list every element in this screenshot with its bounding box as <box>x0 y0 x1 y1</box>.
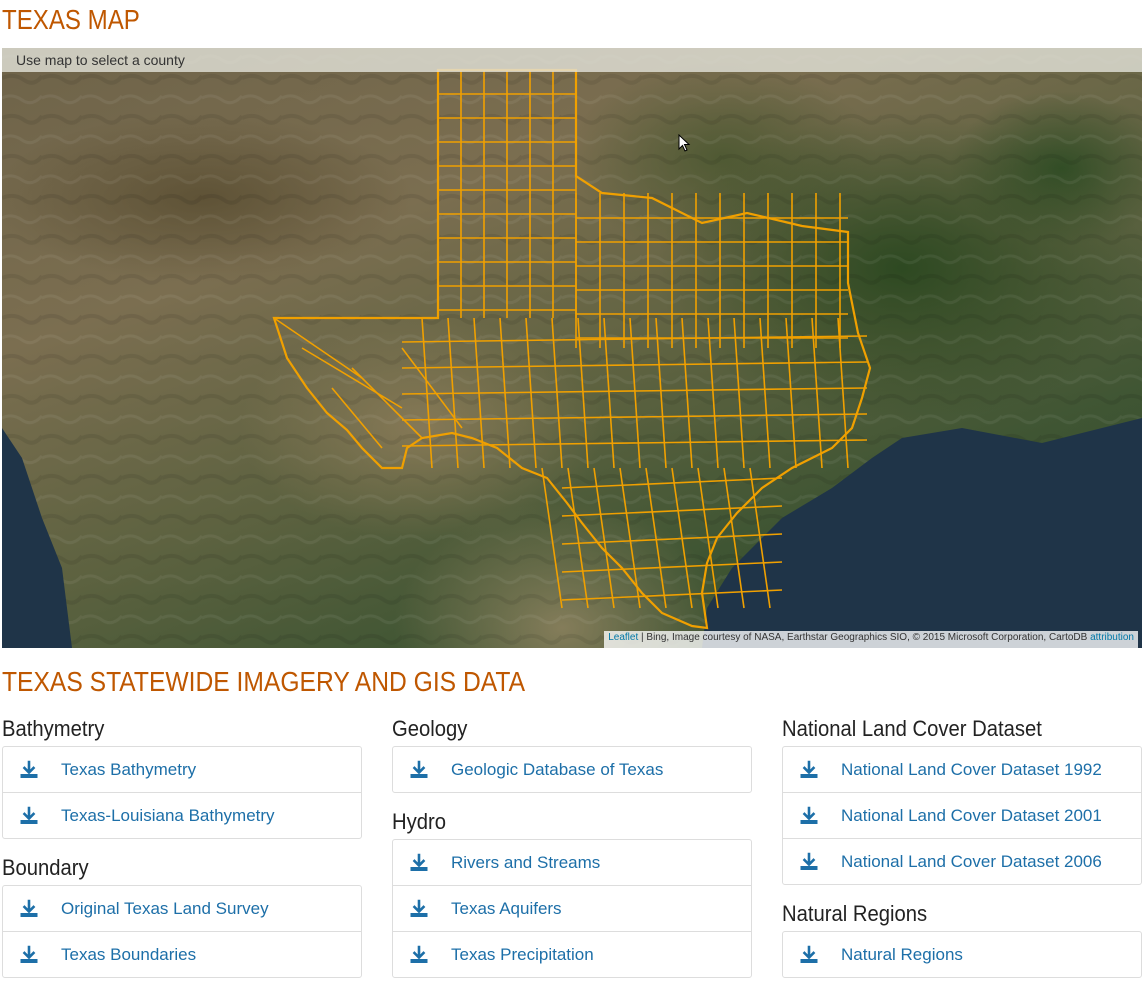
dataset-item-label[interactable]: Texas Bathymetry <box>61 760 196 780</box>
download-icon <box>19 760 39 780</box>
map-banner-text: Use map to select a county <box>16 52 185 68</box>
texas-map[interactable]: Use map to select a county Leaflet | Bin… <box>2 48 1142 648</box>
dataset-item-label[interactable]: Texas Aquifers <box>451 899 562 919</box>
dataset-item-label[interactable]: Texas Precipitation <box>451 945 594 965</box>
dataset-item-texas-louisiana-bathymetry[interactable]: Texas-Louisiana Bathymetry <box>3 793 361 838</box>
dataset-list-bathymetry: Texas Bathymetry Texas-Louisiana Bathymet… <box>2 746 362 839</box>
county-line <box>681 317 693 469</box>
mouse-cursor-icon <box>678 134 691 152</box>
attribution-text: | Bing, Image courtesy of NASA, Earthsta… <box>638 632 1091 643</box>
map-attribution: Leaflet | Bing, Image courtesy of NASA, … <box>604 631 1138 648</box>
column-1: Bathymetry Texas Bathymetry Texas-Louisian… <box>2 712 362 990</box>
county-line <box>645 467 667 609</box>
dataset-item-national-land-cover-dataset-1992[interactable]: National Land Cover Dataset 1992 <box>783 747 1141 793</box>
county-line <box>401 361 868 369</box>
dataset-item-texas-aquifers[interactable]: Texas Aquifers <box>393 886 751 932</box>
dataset-list-national-land-cover-dataset: National Land Cover Dataset 1992 National… <box>782 746 1142 885</box>
county-line <box>837 317 849 469</box>
dataset-list-hydro: Rivers and Streams Texas Aquifers Texas Pr… <box>392 839 752 978</box>
dataset-item-national-land-cover-dataset-2006[interactable]: National Land Cover Dataset 2006 <box>783 839 1141 884</box>
group-heading-geology: Geology <box>392 716 468 741</box>
download-icon <box>19 806 39 826</box>
group-heading-boundary: Boundary <box>2 855 89 880</box>
county-line <box>331 387 383 449</box>
county-line <box>603 317 615 469</box>
download-icon <box>799 760 819 780</box>
dataset-item-label[interactable]: Texas Boundaries <box>61 945 196 965</box>
county-line <box>401 335 868 343</box>
county-line <box>401 413 868 421</box>
dataset-list-geology: Geologic Database of Texas <box>392 746 752 793</box>
county-line <box>723 467 745 609</box>
download-icon <box>799 852 819 872</box>
dataset-item-label[interactable]: National Land Cover Dataset 1992 <box>841 760 1102 780</box>
download-icon <box>19 899 39 919</box>
county-line <box>561 561 783 573</box>
dataset-item-label[interactable]: Original Texas Land Survey <box>61 899 269 919</box>
county-boundaries[interactable] <box>2 48 1142 648</box>
download-icon <box>19 945 39 965</box>
download-icon <box>409 760 429 780</box>
county-line <box>561 505 783 517</box>
section-title: TEXAS STATEWIDE IMAGERY AND GIS DATA <box>2 666 526 697</box>
leaflet-link[interactable]: Leaflet <box>608 632 638 643</box>
group-heading-hydro: Hydro <box>392 809 446 834</box>
dataset-item-national-land-cover-dataset-2001[interactable]: National Land Cover Dataset 2001 <box>783 793 1141 839</box>
dataset-item-label[interactable]: Rivers and Streams <box>451 853 600 873</box>
dataset-item-label[interactable]: Natural Regions <box>841 945 963 965</box>
dataset-item-texas-boundaries[interactable]: Texas Boundaries <box>3 932 361 977</box>
dataset-item-geologic-database-of-texas[interactable]: Geologic Database of Texas <box>393 747 751 792</box>
download-icon <box>409 945 429 965</box>
dataset-item-label[interactable]: Texas-Louisiana Bathymetry <box>61 806 275 826</box>
attribution-link[interactable]: attribution <box>1090 632 1134 643</box>
county-line <box>733 317 745 469</box>
download-icon <box>409 853 429 873</box>
dataset-list-boundary: Original Texas Land Survey Texas Boundari… <box>2 885 362 978</box>
county-line <box>567 467 589 609</box>
county-line <box>707 317 719 469</box>
county-line <box>811 317 823 469</box>
download-icon <box>799 945 819 965</box>
dataset-item-label[interactable]: National Land Cover Dataset 2006 <box>841 852 1102 872</box>
download-icon <box>799 806 819 826</box>
column-2: Geology Geologic Database of Texas Hydro Ri… <box>392 712 752 990</box>
column-3: National Land Cover Dataset National Land… <box>782 712 1142 990</box>
county-line <box>561 589 783 601</box>
group-heading-natural-regions: Natural Regions <box>782 901 928 926</box>
dataset-item-label[interactable]: Geologic Database of Texas <box>451 760 663 780</box>
county-line <box>655 317 667 469</box>
dataset-item-texas-precipitation[interactable]: Texas Precipitation <box>393 932 751 977</box>
county-line <box>629 317 641 469</box>
county-line <box>401 439 868 447</box>
county-line <box>541 467 563 609</box>
county-line <box>351 367 423 439</box>
dataset-item-texas-bathymetry[interactable]: Texas Bathymetry <box>3 747 361 793</box>
dataset-item-label[interactable]: National Land Cover Dataset 2001 <box>841 806 1102 826</box>
map-banner: Use map to select a county <box>2 48 1142 72</box>
dataset-item-natural-regions[interactable]: Natural Regions <box>783 932 1141 977</box>
county-line <box>785 317 797 469</box>
county-line <box>593 467 615 609</box>
download-icon <box>409 899 429 919</box>
dataset-item-original-texas-land-survey[interactable]: Original Texas Land Survey <box>3 886 361 932</box>
group-heading-bathymetry: Bathymetry <box>2 716 105 741</box>
group-heading-national-land-cover-dataset: National Land Cover Dataset <box>782 716 1042 741</box>
dataset-list-natural-regions: Natural Regions <box>782 931 1142 978</box>
county-line <box>273 317 363 379</box>
dataset-item-rivers-and-streams[interactable]: Rivers and Streams <box>393 840 751 886</box>
page-title: TEXAS MAP <box>2 4 140 35</box>
